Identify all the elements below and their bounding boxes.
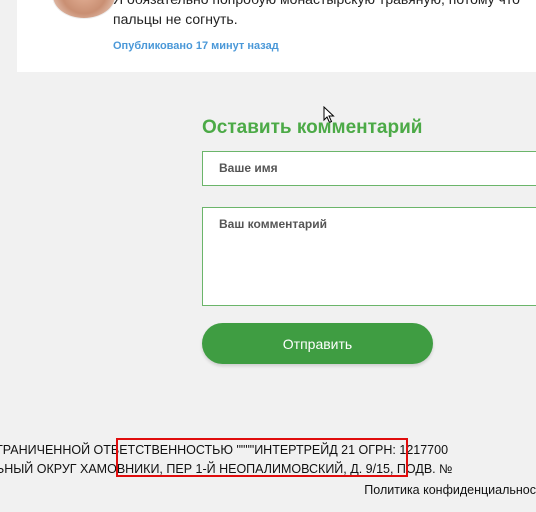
comment-timestamp: Опубликовано 17 минут назад <box>113 40 279 52</box>
comment-form-title: Оставить комментарий <box>202 117 423 138</box>
comment-text-line1: Я обязательно попробую монастырскую трав… <box>113 0 536 9</box>
comment-text: Я обязательно попробую монастырскую трав… <box>113 0 536 29</box>
privacy-policy-link[interactable]: Политика конфиденциальнос <box>364 483 536 497</box>
comment-textarea[interactable]: Ваш комментарий <box>202 207 536 306</box>
highlight-annotation-box <box>116 438 408 477</box>
submit-button[interactable]: Отправить <box>202 323 433 364</box>
name-input[interactable]: Ваше имя <box>202 151 536 186</box>
comment-text-line2: пальцы не согнуть. <box>113 11 238 27</box>
avatar <box>52 0 116 19</box>
